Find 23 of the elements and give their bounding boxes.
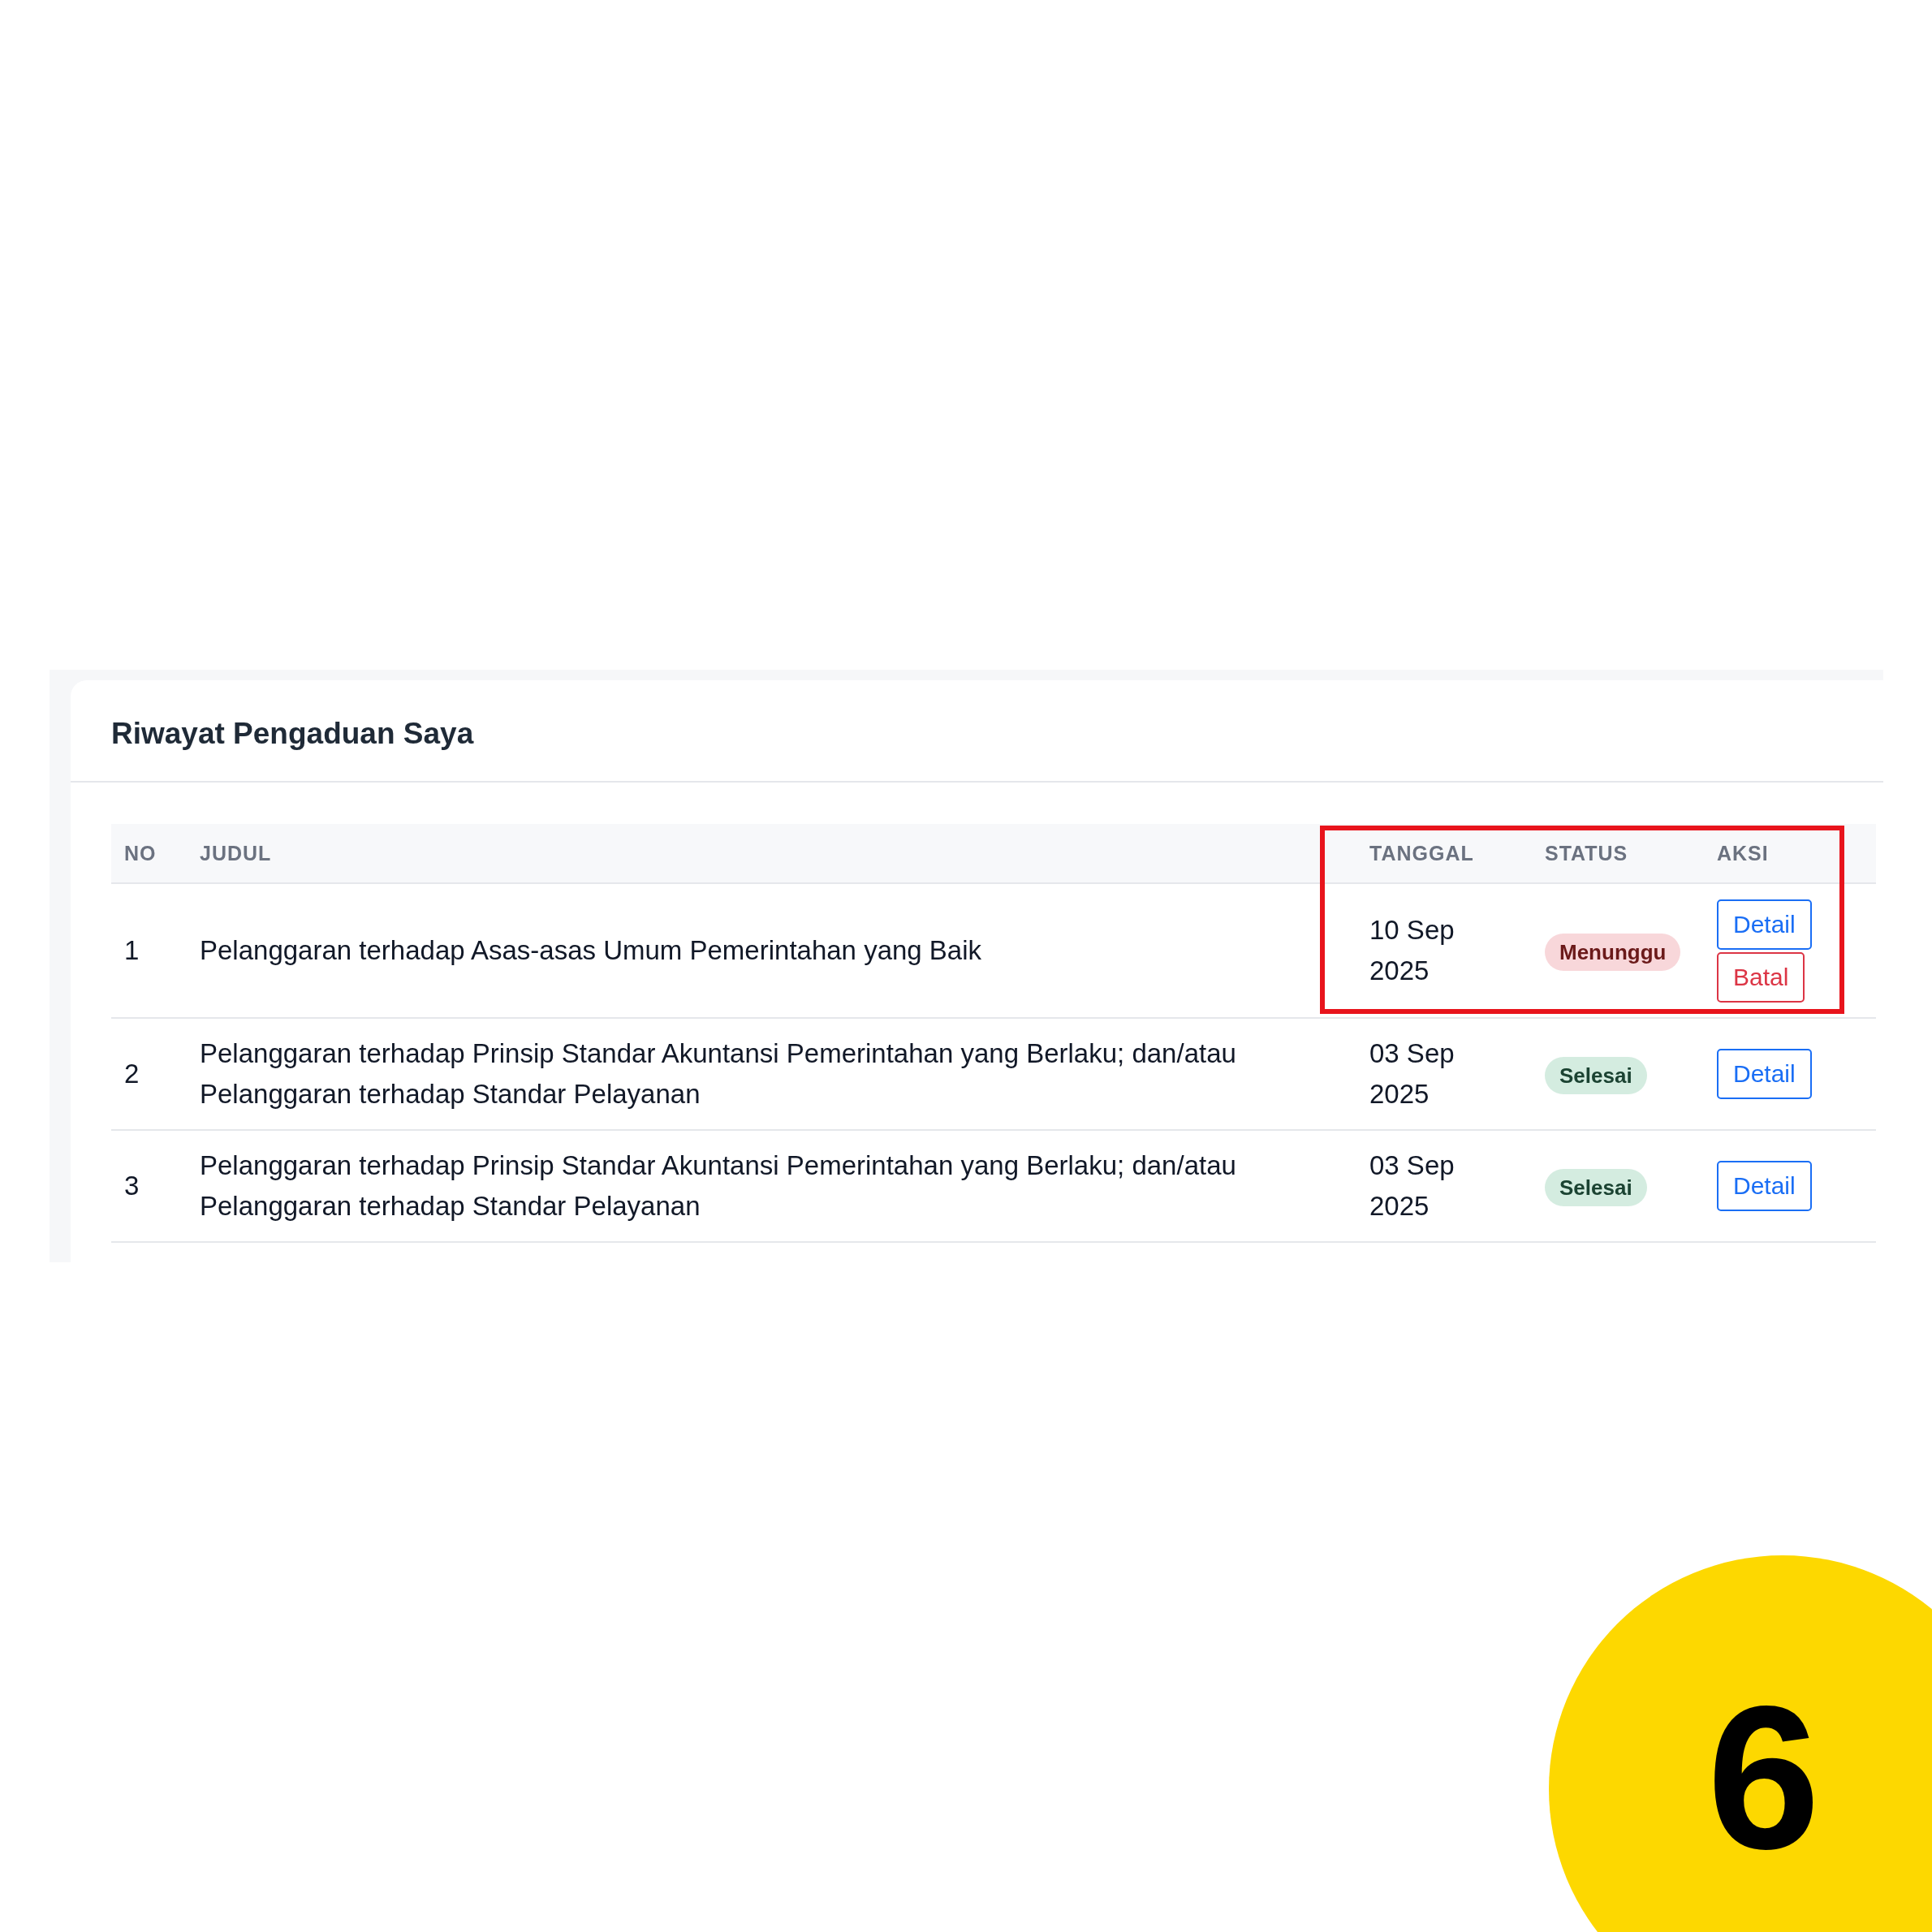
- complaint-date: 10 Sep 2025: [1369, 914, 1455, 987]
- status-badge: Menunggu: [1545, 934, 1681, 971]
- row-number: 1: [124, 935, 140, 965]
- detail-button[interactable]: Detail: [1717, 1049, 1812, 1099]
- column-header: AKSI: [1717, 841, 1769, 865]
- status-badge: Selesai: [1545, 1169, 1647, 1206]
- complaint-date: 03 Sep 2025: [1369, 1037, 1455, 1110]
- column-header: TANGGAL: [1369, 841, 1474, 865]
- row-number: 2: [124, 1059, 140, 1089]
- card-title: Riwayat Pengaduan Saya: [110, 716, 475, 752]
- column-header: NO: [124, 841, 157, 865]
- complaint-title: Pelanggaran terhadap Asas-asas Umum Pemerintahan yang Baik: [200, 935, 982, 965]
- complaint-title: Pelanggaran terhadap Prinsip Standar Akuntansi Pemerintahan yang Berlaku; dan/atau Pelanggaran terhadap Standar Pelayanan: [200, 1150, 1236, 1221]
- column-header: JUDUL: [200, 841, 272, 865]
- detail-button[interactable]: Detail: [1717, 1161, 1812, 1211]
- cancel-button[interactable]: Batal: [1717, 951, 1805, 1003]
- complaint-title: Pelanggaran terhadap Prinsip Standar Akuntansi Pemerintahan yang Berlaku; dan/atau Pelanggaran terhadap Standar Pelayanan: [200, 1038, 1236, 1109]
- step-badge: 6: [1549, 1555, 1932, 1932]
- column-header: STATUS: [1545, 841, 1628, 865]
- detail-button[interactable]: Detail: [1717, 899, 1812, 950]
- complaint-date: 03 Sep 2025: [1369, 1149, 1455, 1223]
- row-number: 3: [124, 1171, 140, 1201]
- status-badge: Selesai: [1545, 1057, 1647, 1094]
